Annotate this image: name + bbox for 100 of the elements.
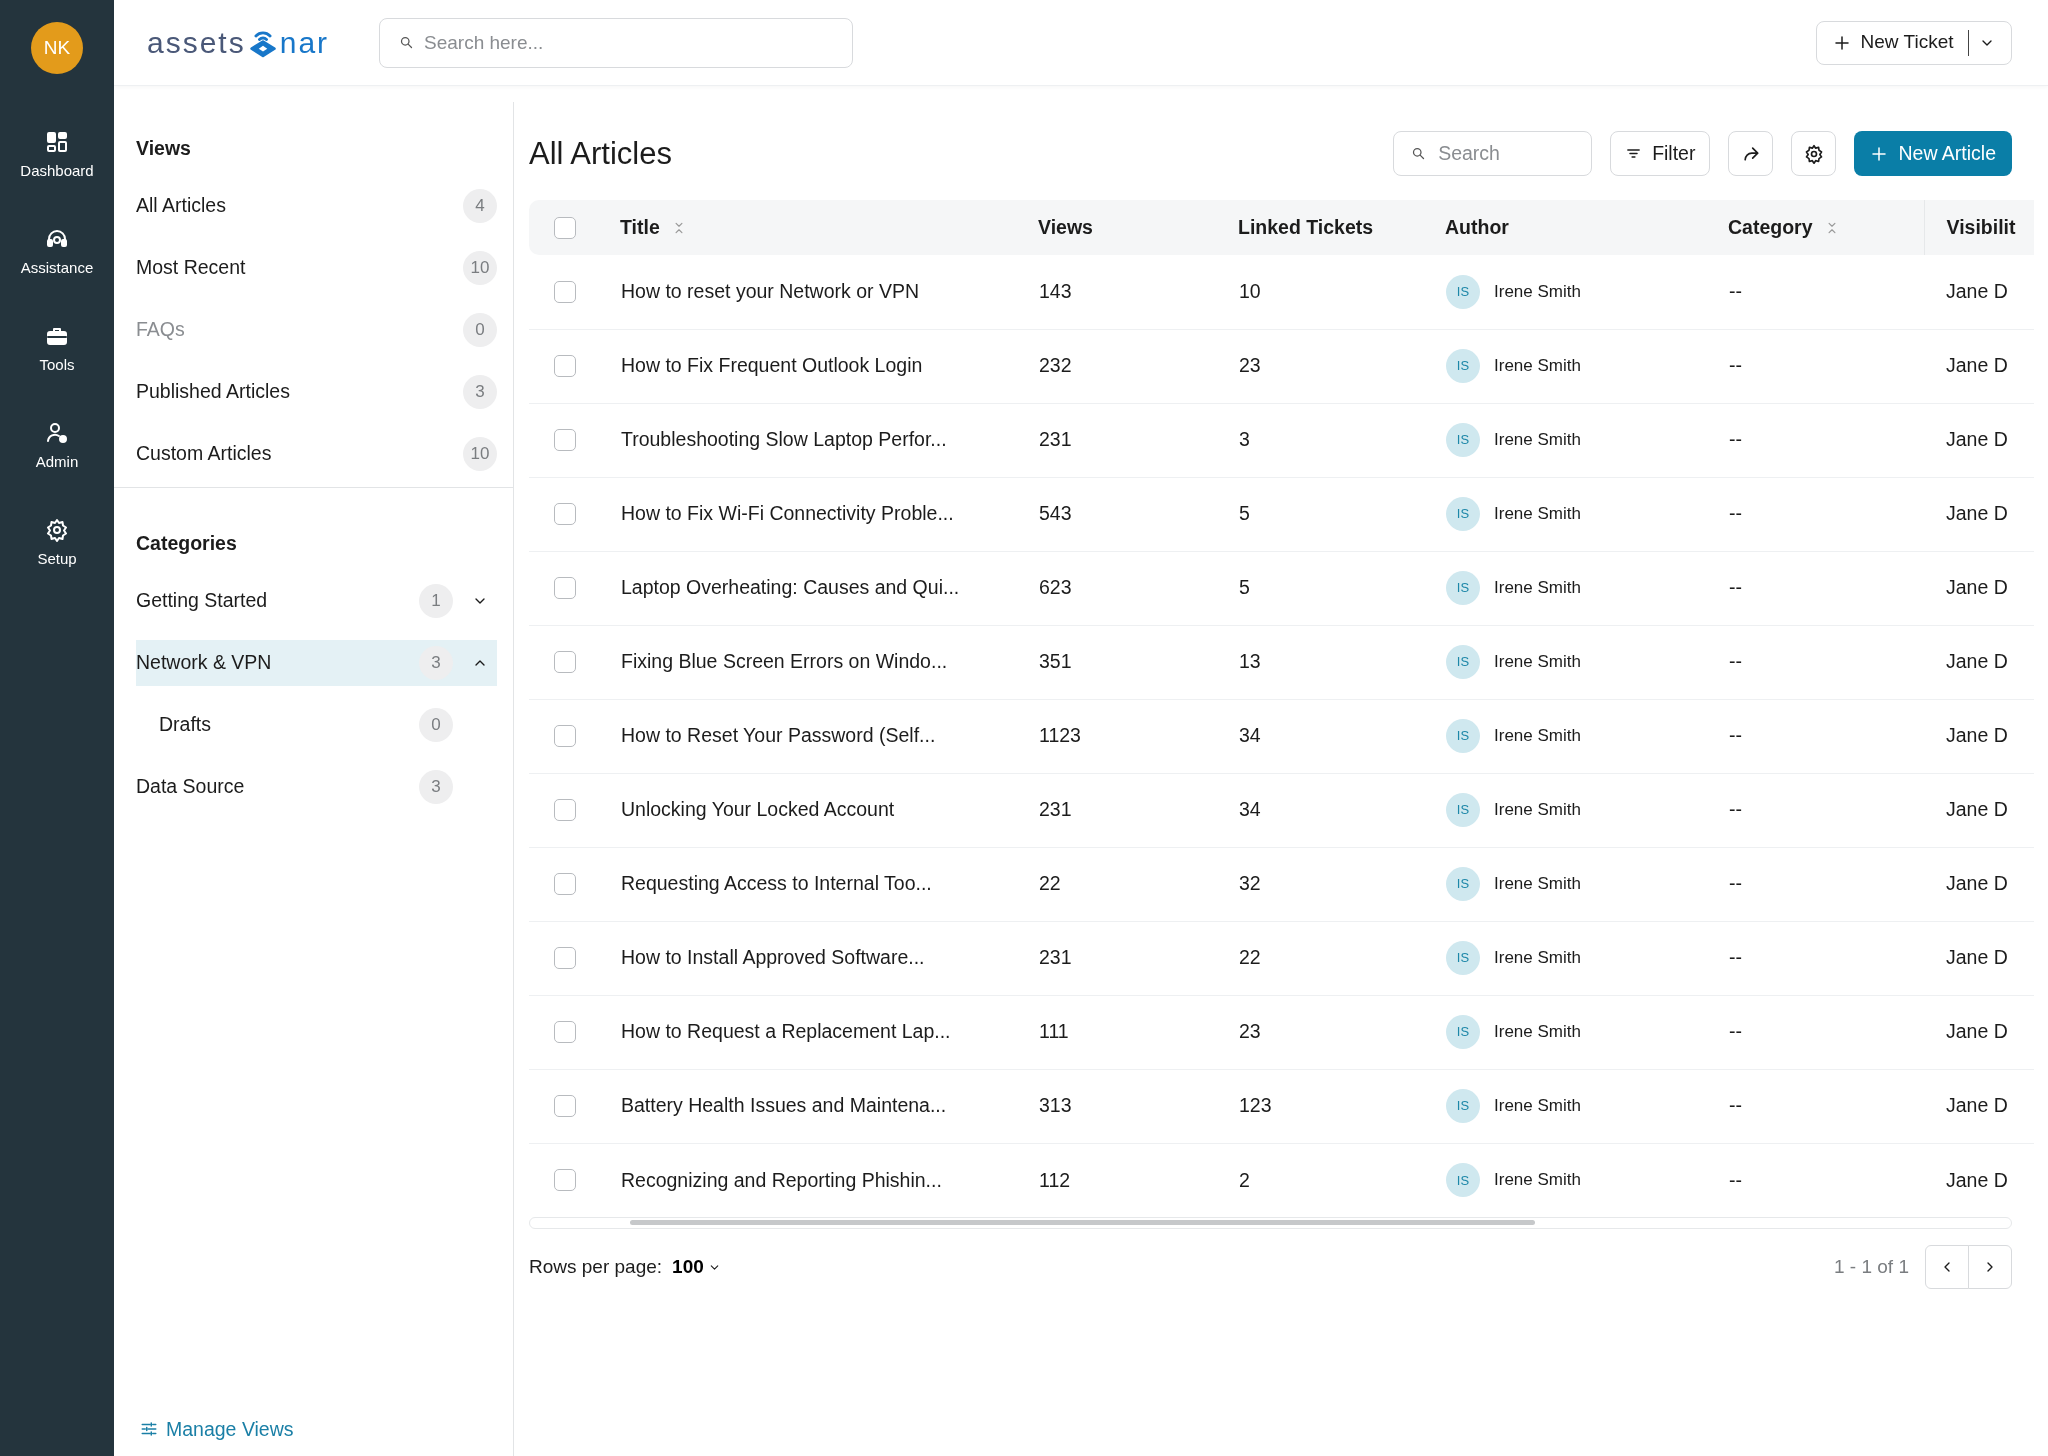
article-title: Unlocking Your Locked Account — [621, 798, 895, 821]
author-avatar: IS — [1446, 719, 1480, 753]
author-name: Irene Smith — [1494, 652, 1581, 672]
table-cell: -- — [1729, 502, 1742, 525]
nav-item[interactable]: Dashboard — [14, 126, 100, 223]
author-name: Irene Smith — [1494, 1096, 1581, 1116]
previous-page-button[interactable] — [1925, 1245, 1969, 1289]
table-cell: Jane D — [1946, 502, 2008, 525]
column-header[interactable]: Title — [620, 212, 686, 243]
category-item[interactable]: Drafts 0 — [136, 702, 497, 748]
author-name: Irene Smith — [1494, 1170, 1581, 1190]
column-header[interactable]: Author — [1445, 212, 1509, 243]
count-badge: 1 — [419, 584, 453, 618]
table-cell: 23 — [1239, 354, 1261, 377]
checkbox[interactable] — [554, 1095, 576, 1117]
checkbox[interactable] — [554, 873, 576, 895]
checkbox[interactable] — [554, 799, 576, 821]
table-cell: 22 — [1039, 872, 1061, 895]
author-avatar: IS — [1446, 571, 1480, 605]
nav-item[interactable]: Admin — [29, 417, 85, 514]
author-avatar: IS — [1446, 867, 1480, 901]
table-cell: -- — [1729, 1094, 1742, 1117]
view-item[interactable]: All Articles 4 — [136, 183, 497, 229]
article-title: How to Fix Frequent Outlook Login — [621, 354, 923, 377]
table-cell: -- — [1729, 576, 1742, 599]
checkbox[interactable] — [554, 216, 576, 239]
table-cell: 3 — [1239, 428, 1250, 451]
table-cell: Jane D — [1946, 354, 2008, 377]
table-cell: -- — [1729, 280, 1742, 303]
checkbox[interactable] — [554, 280, 576, 303]
author-avatar: IS — [1446, 423, 1480, 457]
view-item[interactable]: Most Recent 10 — [136, 245, 497, 291]
checkbox[interactable] — [554, 725, 576, 747]
checkbox[interactable] — [554, 429, 576, 451]
checkbox[interactable] — [554, 503, 576, 525]
checkbox[interactable] — [554, 947, 576, 969]
column-header[interactable]: Views — [1038, 212, 1093, 243]
article-title: How to Fix Wi-Fi Connectivity Proble... — [621, 502, 954, 525]
view-item[interactable]: Published Articles 3 — [136, 369, 497, 415]
count-badge: 10 — [463, 251, 497, 285]
settings-button[interactable] — [1791, 131, 1837, 176]
table-cell: 351 — [1039, 650, 1072, 673]
table-cell: 13 — [1239, 650, 1261, 673]
author-avatar: IS — [1446, 645, 1480, 679]
table-cell: 231 — [1039, 428, 1072, 451]
table-cell: 2 — [1239, 1168, 1250, 1191]
article-title: Laptop Overheating: Causes and Qui... — [621, 576, 960, 599]
table-cell: Jane D — [1946, 724, 2008, 747]
table-cell: 543 — [1039, 502, 1072, 525]
view-item[interactable]: Custom Articles 10 — [136, 431, 497, 477]
table-cell: 143 — [1039, 280, 1072, 303]
page-title: All Articles — [529, 134, 672, 173]
table-cell: 112 — [1039, 1168, 1071, 1191]
category-item[interactable]: Network & VPN 3 — [136, 640, 497, 686]
author-name: Irene Smith — [1494, 1022, 1581, 1042]
plus-icon — [1870, 144, 1889, 163]
article-title: How to Reset Your Password (Self... — [621, 724, 936, 747]
author-name: Irene Smith — [1494, 874, 1581, 894]
filter-button[interactable]: Filter — [1610, 131, 1711, 176]
article-title: Troubleshooting Slow Laptop Perfor... — [621, 428, 947, 451]
rows-per-page-dropdown[interactable]: 100 — [672, 1252, 721, 1282]
table-cell: 231 — [1039, 946, 1072, 969]
checkbox[interactable] — [554, 355, 576, 377]
count-badge: 4 — [463, 189, 497, 223]
checkbox[interactable] — [554, 577, 576, 599]
author-name: Irene Smith — [1494, 726, 1581, 746]
search-icon — [1411, 146, 1427, 161]
manage-views-link[interactable]: Manage Views — [136, 1414, 497, 1444]
article-title: Battery Health Issues and Maintena... — [621, 1094, 947, 1117]
table-cell: Jane D — [1946, 798, 2008, 821]
next-page-button[interactable] — [1968, 1245, 2012, 1289]
table-cell: 123 — [1239, 1094, 1272, 1117]
table-cell: 23 — [1239, 1020, 1261, 1043]
share-button[interactable] — [1728, 131, 1774, 176]
checkbox[interactable] — [554, 1021, 576, 1043]
table-cell: Jane D — [1946, 428, 2008, 451]
nav-item[interactable]: Assistance — [14, 223, 100, 320]
search-field[interactable]: Search — [1393, 131, 1593, 176]
nav-item[interactable]: Setup — [31, 514, 83, 611]
table-cell: 232 — [1039, 354, 1072, 377]
table-cell: 623 — [1039, 576, 1072, 599]
author-name: Irene Smith — [1494, 356, 1581, 376]
author-name: Irene Smith — [1494, 282, 1581, 301]
article-title: Requesting Access to Internal Too... — [621, 872, 932, 895]
search-icon — [399, 34, 414, 50]
logo-text: nar — [279, 25, 330, 61]
table-cell: 10 — [1239, 280, 1261, 303]
table-cell: 5 — [1239, 502, 1250, 525]
category-item[interactable]: Data Source 3 — [136, 764, 497, 810]
checkbox[interactable] — [554, 651, 576, 673]
nav-item[interactable]: Tools — [33, 320, 81, 417]
checkbox[interactable] — [554, 1169, 576, 1192]
new-ticket-button[interactable]: New Ticket — [1815, 20, 2012, 65]
table-cell: 22 — [1239, 946, 1261, 969]
new-article-button[interactable]: New Article — [1854, 131, 2012, 176]
settings-icon — [1803, 143, 1824, 164]
author-avatar: IS — [1446, 349, 1480, 383]
search-field[interactable]: Search here... — [379, 17, 853, 68]
category-item[interactable]: Getting Started 1 — [136, 578, 497, 624]
table-cell: -- — [1729, 798, 1742, 821]
